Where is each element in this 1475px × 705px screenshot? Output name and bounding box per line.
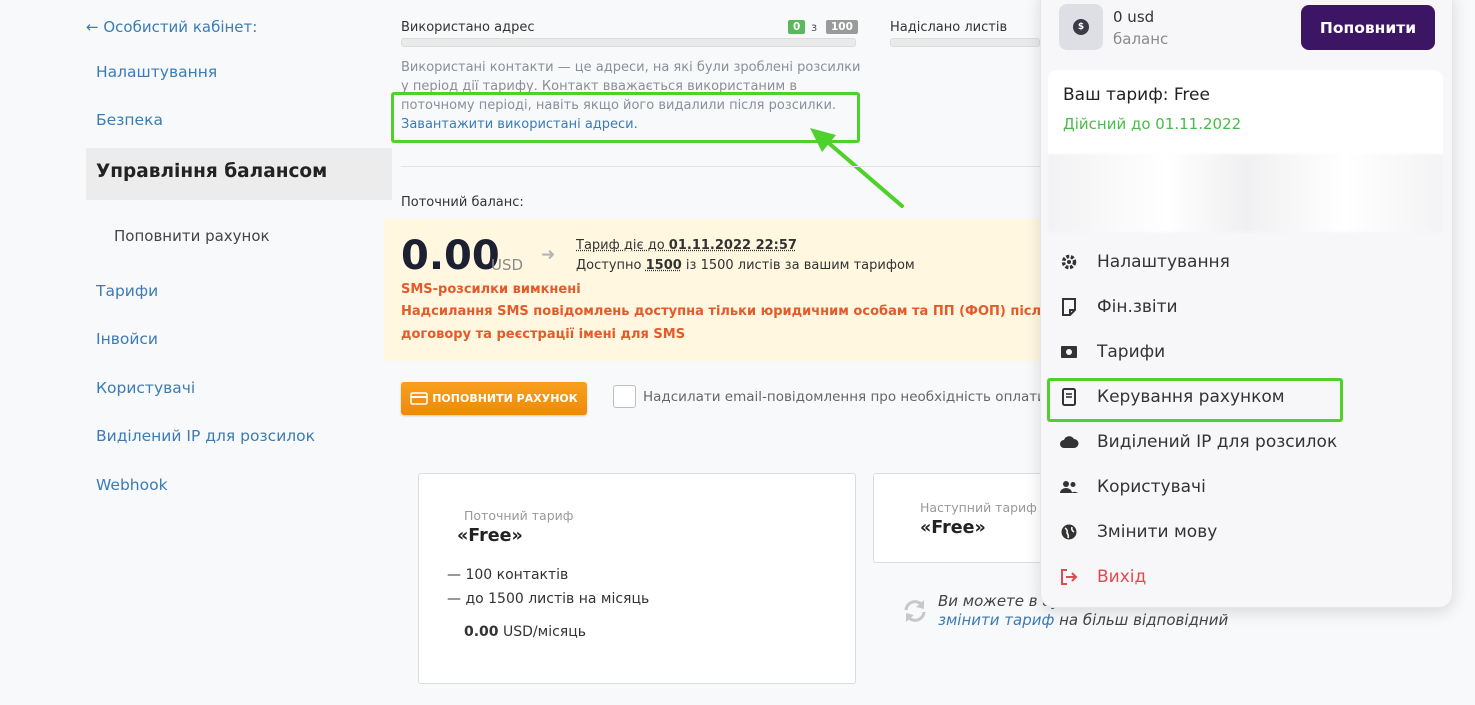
highlight-box-download [391, 92, 860, 143]
change-tariff-info-line2: змінити тариф на більш відповідний [938, 611, 1228, 629]
email-notify-checkbox[interactable] [613, 385, 636, 408]
tariff-valid-prefix: Тариф діє до [576, 238, 669, 253]
change-tariff-suffix: на більш відповідний [1054, 611, 1229, 629]
topup-button-label: ПОПОВНИТИ РАХУНОК [432, 392, 578, 405]
used-count-badge: 0 [788, 20, 806, 34]
balance-amount: 0.00 [401, 233, 500, 279]
dropdown-tariff-valid: Дійсний до 01.11.2022 [1063, 115, 1242, 133]
highlight-box-account-management [1047, 378, 1343, 422]
menu-item-tariffs[interactable]: Тарифи [1059, 340, 1165, 364]
emails-sent-label: Надіслано листів [890, 20, 1008, 35]
dollar-coin-icon: $ [1073, 19, 1089, 35]
change-tariff-link[interactable]: змінити тариф [938, 611, 1054, 629]
available-suffix: із 1500 листів за вашим тарифом [681, 258, 915, 273]
sidebar-item-webhook[interactable]: Webhook [96, 476, 168, 494]
sidebar-item-settings[interactable]: Налаштування [96, 63, 217, 81]
email-notify-label[interactable]: Надсилати email-повідомлення про необхід… [643, 389, 1046, 405]
current-balance-label: Поточний баланс: [401, 195, 524, 210]
sidebar-item-invoices[interactable]: Інвойси [96, 330, 158, 348]
dropdown-topup-button[interactable]: Поповнити [1301, 5, 1435, 50]
sms-info-line2: договору та реєстрації імені для SMS [401, 327, 686, 342]
back-link[interactable]: ← Особистий кабінет: [86, 18, 257, 36]
sms-info-line1: Надсилання SMS повідомлень доступна тіль… [401, 304, 1041, 319]
menu-item-fin-reports-label: Фін.звіти [1097, 297, 1178, 317]
sms-disabled-text: SMS-розсилки вимкнені [401, 282, 581, 297]
available-prefix: Доступно [576, 258, 646, 273]
current-tariff-name: «Free» [457, 526, 523, 546]
sidebar-item-tariffs[interactable]: Тарифи [96, 282, 158, 300]
available-count: 1500 [645, 258, 682, 273]
document-icon [1059, 297, 1079, 317]
sidebar-item-dedicated-ip[interactable]: Виділений IP для розсилок [96, 427, 315, 445]
dropdown-balance-label: баланс [1113, 30, 1169, 48]
emails-available-text: Доступно 1500 із 1500 листів за вашим та… [576, 258, 915, 273]
globe-icon [1059, 522, 1079, 542]
dropdown-balance-value: 0 usd [1113, 8, 1155, 26]
dropdown-tariff-title: Ваш тариф: Free [1063, 85, 1210, 105]
menu-item-change-language-label: Змінити мову [1097, 522, 1218, 542]
menu-item-tariffs-label: Тарифи [1097, 342, 1166, 362]
addresses-progress-bar [401, 38, 856, 47]
money-icon [1059, 342, 1079, 362]
next-tariff-name: «Free» [920, 518, 986, 538]
menu-item-dedicated-ip[interactable]: Виділений IP для розсилок [1059, 430, 1337, 454]
menu-item-dedicated-ip-label: Виділений IP для розсилок [1097, 432, 1338, 452]
credit-card-icon [410, 392, 429, 405]
balance-currency: USD [491, 256, 524, 274]
topup-account-button[interactable]: ПОПОВНИТИ РАХУНОК [401, 382, 587, 415]
tariff-price-unit: USD/місяць [498, 624, 586, 640]
arrow-right-icon: ➜ [541, 245, 556, 265]
sidebar-item-security[interactable]: Безпека [96, 111, 163, 129]
menu-item-settings[interactable]: Налаштування [1059, 250, 1230, 274]
menu-item-users[interactable]: Користувачі [1059, 475, 1206, 499]
menu-item-logout[interactable]: Вихід [1059, 565, 1146, 589]
annotation-arrow [810, 128, 904, 208]
sidebar-item-balance-label[interactable]: Управління балансом [96, 161, 327, 182]
tariff-price: 0.00 USD/місяць [464, 624, 586, 640]
next-tariff-caption: Наступний тариф [920, 500, 1037, 515]
addresses-used-label: Використано адрес [401, 20, 535, 35]
tariff-price-amount: 0.00 [464, 624, 499, 640]
sidebar-item-users[interactable]: Користувачі [96, 379, 195, 397]
section-divider [401, 166, 1051, 167]
users-icon [1059, 477, 1079, 497]
dropdown-tariff-card [1048, 70, 1443, 155]
of-separator: з [811, 20, 818, 34]
emails-progress-bar [890, 38, 1040, 47]
tariff-feature-emails: — до 1500 листів на місяць [447, 591, 650, 607]
balance-avatar: $ [1059, 4, 1103, 50]
tariff-feature-contacts: — 100 контактів [447, 567, 569, 583]
refresh-icon [904, 600, 926, 622]
menu-item-settings-label: Налаштування [1097, 252, 1230, 272]
gear-icon [1059, 252, 1079, 272]
menu-item-change-language[interactable]: Змінити мову [1059, 520, 1217, 544]
dropdown-blurred-area [1048, 154, 1443, 232]
sidebar-subitem-topup[interactable]: Поповнити рахунок [114, 227, 270, 245]
tariff-valid-date: 01.11.2022 22:57 [668, 238, 797, 253]
menu-item-users-label: Користувачі [1097, 477, 1206, 497]
cloud-icon [1059, 432, 1079, 452]
menu-item-fin-reports[interactable]: Фін.звіти [1059, 295, 1178, 319]
total-count-badge: 100 [826, 20, 858, 34]
current-tariff-caption: Поточний тариф [464, 508, 574, 523]
logout-icon [1059, 567, 1079, 587]
tariff-valid-until: Тариф діє до 01.11.2022 22:57 [576, 238, 797, 253]
menu-item-logout-label: Вихід [1097, 567, 1147, 587]
